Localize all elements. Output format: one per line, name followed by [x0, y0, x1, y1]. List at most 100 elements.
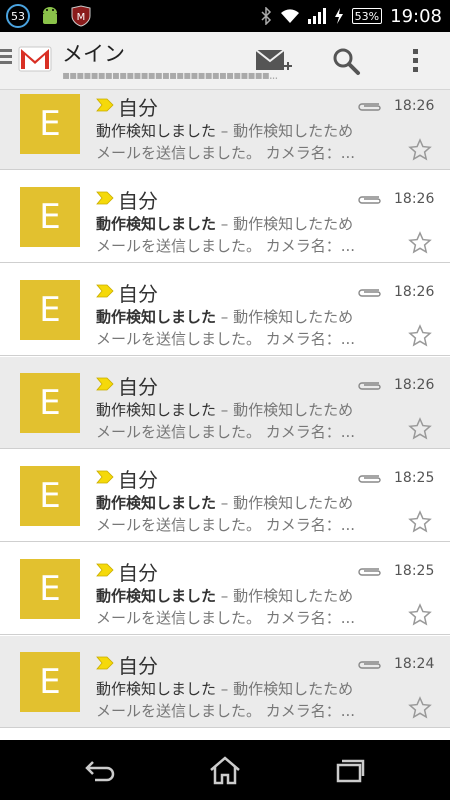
attachment-icon: [358, 661, 381, 669]
back-icon: [85, 761, 115, 782]
email-list[interactable]: E 自分 18:26 動作検知しました – 動作検知したため メールを送信しました。 カ…: [0, 90, 450, 740]
sender-avatar[interactable]: E: [20, 94, 80, 154]
recent-apps-icon: [336, 759, 365, 783]
importance-marker-icon[interactable]: [96, 377, 114, 391]
received-time: 18:25: [394, 563, 435, 579]
subject-line: 動作検知しました – 動作検知したため: [96, 306, 386, 327]
email-row[interactable]: E 自分 18:25 動作検知しました – 動作検知したため メールを送信しました。 カ…: [0, 450, 450, 542]
search-button[interactable]: [326, 42, 366, 80]
back-button[interactable]: [80, 752, 120, 788]
star-icon[interactable]: [408, 417, 432, 441]
email-subject: 動作検知しました: [96, 308, 217, 326]
email-snippet-line-2: メールを送信しました。 カメラ名：...: [96, 330, 356, 348]
page-title: メイン: [62, 42, 125, 66]
attachment-icon: [358, 196, 381, 204]
star-icon[interactable]: [408, 138, 432, 162]
email-subject: 動作検知しました: [96, 587, 217, 605]
star-icon[interactable]: [408, 324, 432, 348]
sender-name: 自分: [118, 654, 158, 678]
sender-name: 自分: [118, 282, 158, 306]
wifi-icon: [280, 9, 299, 23]
email-snippet: 動作検知したため: [233, 308, 354, 326]
email-snippet: 動作検知したため: [233, 680, 354, 698]
signal-icon: [307, 8, 326, 24]
account-email: ▪▪▪▪▪▪▪▪▪▪▪▪▪▪▪▪▪▪▪▪▪▪▪▪▪▪▪▪▪...: [62, 68, 278, 82]
received-time: 18:25: [394, 470, 435, 486]
mcafee-shield-icon: M: [71, 5, 91, 27]
subject-separator: –: [216, 401, 234, 419]
subject-line: 動作検知しました – 動作検知したため: [96, 120, 386, 141]
attachment-icon: [358, 382, 381, 390]
search-icon: [333, 48, 360, 75]
importance-marker-icon[interactable]: [96, 98, 114, 112]
received-time: 18:26: [394, 98, 435, 114]
status-bar: 53 M 53% 19:08: [0, 0, 450, 32]
star-icon[interactable]: [408, 696, 432, 720]
sender-avatar[interactable]: E: [20, 187, 80, 247]
more-vert-icon: [413, 49, 418, 72]
gmail-logo-icon[interactable]: [16, 42, 54, 76]
attachment-icon: [358, 568, 381, 576]
action-bar: メイン ▪▪▪▪▪▪▪▪▪▪▪▪▪▪▪▪▪▪▪▪▪▪▪▪▪▪▪▪▪...: [0, 32, 450, 90]
sender-avatar[interactable]: E: [20, 373, 80, 433]
email-snippet: 動作検知したため: [233, 494, 354, 512]
sender-name: 自分: [118, 96, 158, 120]
recent-apps-button[interactable]: [330, 752, 370, 788]
email-snippet: 動作検知したため: [233, 401, 354, 419]
importance-marker-icon[interactable]: [96, 656, 114, 670]
email-snippet-line-2: メールを送信しました。 カメラ名：...: [96, 702, 356, 720]
home-button[interactable]: [205, 752, 245, 788]
email-subject: 動作検知しました: [96, 680, 217, 698]
sender-avatar[interactable]: E: [20, 280, 80, 340]
drawer-toggle-icon[interactable]: [0, 49, 12, 65]
importance-marker-icon[interactable]: [96, 563, 114, 577]
star-icon[interactable]: [408, 603, 432, 627]
subject-line: 動作検知しました – 動作検知したため: [96, 585, 386, 606]
email-snippet: 動作検知したため: [233, 122, 354, 140]
email-row[interactable]: E 自分 18:26 動作検知しました – 動作検知したため メールを送信しました。 カ…: [0, 357, 450, 449]
subject-line: 動作検知しました – 動作検知したため: [96, 399, 386, 420]
overflow-menu-button[interactable]: [396, 42, 436, 80]
importance-marker-icon[interactable]: [96, 191, 114, 205]
compose-mail-icon: [255, 49, 292, 70]
subject-separator: –: [216, 308, 234, 326]
email-row[interactable]: E 自分 18:26 動作検知しました – 動作検知したため メールを送信しました。 カ…: [0, 90, 450, 170]
received-time: 18:26: [394, 377, 435, 393]
subject-separator: –: [216, 215, 234, 233]
subject-separator: –: [216, 587, 234, 605]
importance-marker-icon[interactable]: [96, 284, 114, 298]
star-icon[interactable]: [408, 510, 432, 534]
received-time: 18:24: [394, 656, 435, 672]
compose-button[interactable]: [254, 42, 294, 80]
bluetooth-icon: [261, 7, 271, 25]
star-icon[interactable]: [408, 231, 432, 255]
sender-name: 自分: [118, 189, 158, 213]
email-subject: 動作検知しました: [96, 122, 217, 140]
subject-separator: –: [216, 122, 234, 140]
sender-avatar[interactable]: E: [20, 652, 80, 712]
email-snippet-line-2: メールを送信しました。 カメラ名：...: [96, 516, 356, 534]
home-icon: [210, 756, 240, 785]
email-row[interactable]: E 自分 18:25 動作検知しました – 動作検知したため メールを送信しました。 カ…: [0, 543, 450, 635]
email-subject: 動作検知しました: [96, 494, 217, 512]
email-row[interactable]: E 自分 18:24 動作検知しました – 動作検知したため メールを送信しました。 カ…: [0, 636, 450, 728]
sender-name: 自分: [118, 468, 158, 492]
email-snippet-line-2: メールを送信しました。 カメラ名：...: [96, 423, 356, 441]
attachment-icon: [358, 103, 381, 111]
subject-line: 動作検知しました – 動作検知したため: [96, 213, 386, 234]
email-subject: 動作検知しました: [96, 401, 217, 419]
sender-avatar[interactable]: E: [20, 466, 80, 526]
email-subject: 動作検知しました: [96, 215, 217, 233]
email-row[interactable]: E 自分 18:26 動作検知しました – 動作検知したため メールを送信しました。 カ…: [0, 264, 450, 356]
sender-name: 自分: [118, 561, 158, 585]
sender-avatar[interactable]: E: [20, 559, 80, 619]
attachment-icon: [358, 475, 381, 483]
subject-line: 動作検知しました – 動作検知したため: [96, 678, 386, 699]
importance-marker-icon[interactable]: [96, 470, 114, 484]
sender-name: 自分: [118, 375, 158, 399]
email-row[interactable]: E 自分 18:26 動作検知しました – 動作検知したため メールを送信しました。 カ…: [0, 171, 450, 263]
battery-indicator: 53%: [351, 8, 383, 24]
subject-separator: –: [216, 494, 234, 512]
clock: 19:08: [390, 5, 442, 27]
subject-line: 動作検知しました – 動作検知したため: [96, 492, 386, 513]
